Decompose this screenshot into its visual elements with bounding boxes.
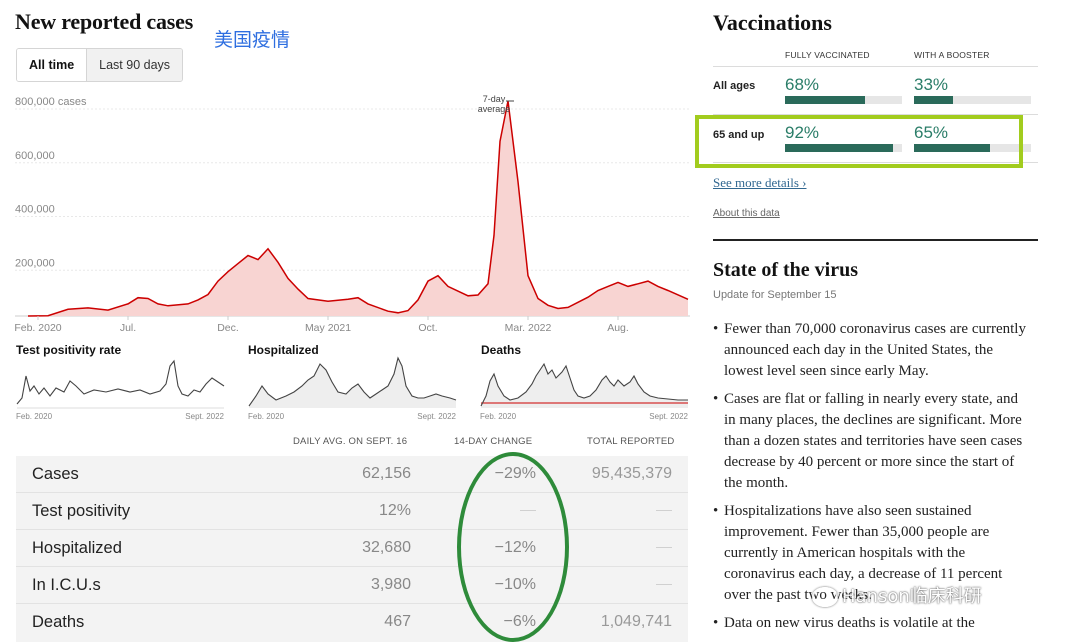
cases-line — [27, 100, 689, 317]
row-label: In I.C.U.s — [32, 576, 101, 594]
vax-bar-fill — [785, 96, 865, 104]
about-data-link[interactable]: About this data — [713, 208, 780, 219]
vax-booster-pct: 33% — [914, 75, 949, 94]
y-tick-label: 400,000 — [15, 204, 55, 216]
mini-start-label: Feb. 2020 — [16, 412, 53, 421]
mini-chart-title-hospitalized: Hospitalized — [248, 343, 319, 357]
mini-chart-deaths: Feb. 2020 Sept. 2022 — [480, 362, 689, 421]
vax-bar — [785, 96, 902, 104]
vax-column-booster: WITH A BOOSTER — [914, 50, 990, 60]
total-dash — [656, 576, 672, 594]
column-header-change: 14-DAY CHANGE — [454, 436, 533, 447]
time-range-toggle[interactable]: All time Last 90 days — [16, 48, 184, 82]
vax-row-label: All ages — [713, 80, 756, 92]
mini-chart-hospitalized: Feb. 2020 Sept. 2022 — [248, 356, 457, 421]
daily-value: 12% — [378, 502, 411, 519]
row-label: Hospitalized — [32, 539, 122, 557]
cases-chart: 800,000 cases 600,000 400,000 200,000 Feb. … — [14, 94, 690, 334]
vaccinations-title: Vaccinations — [713, 10, 832, 35]
update-date: Update for September 15 — [713, 289, 837, 301]
stats-table: Cases 62,156 −29% 95,435,379 Test positi… — [16, 456, 688, 642]
daily-value: 467 — [384, 613, 411, 630]
cases-area — [28, 101, 688, 316]
mini-chart-title-positivity: Test positivity rate — [16, 343, 122, 357]
x-tick-label: May 2021 — [305, 322, 351, 334]
mini-start-label: Feb. 2020 — [480, 412, 517, 421]
vax-fully-pct: 68% — [785, 75, 820, 94]
peak-annotation-label: 7-day — [483, 94, 506, 104]
mini-end-label: Sept. 2022 — [185, 412, 224, 421]
mini-end-label: Sept. 2022 — [649, 412, 688, 421]
bullet-item: Cases are flat or falling in nearly ever… — [713, 389, 1031, 493]
daily-value: 32,680 — [362, 539, 411, 556]
all-time-button[interactable]: All time — [17, 49, 87, 81]
mini-chart-positivity: Feb. 2020 Sept. 2022 — [16, 359, 225, 421]
table-row: Cases 62,156 −29% 95,435,379 — [16, 456, 688, 493]
y-tick-label: 600,000 — [15, 150, 55, 162]
daily-value: 62,156 — [362, 465, 411, 482]
table-row: Hospitalized 32,680 −12% — [16, 530, 688, 567]
bullet-item: Data on new virus deaths is volatile at … — [713, 613, 1031, 634]
watermark-text: Hanson临床科研 — [842, 586, 982, 607]
annotation-text: 美国疫情 — [214, 29, 291, 51]
vax-bar-fill — [914, 96, 953, 104]
x-tick-label: Jul. — [120, 322, 136, 334]
total-dash — [656, 502, 672, 520]
page-title: New reported cases — [15, 9, 194, 34]
x-tick-label: Dec. — [217, 322, 239, 334]
x-tick-label: Aug. — [607, 322, 629, 334]
y-tick-label: 800,000 cases — [15, 96, 87, 108]
vax-column-fully: FULLY VACCINATED — [785, 50, 870, 60]
row-label: Deaths — [32, 613, 85, 631]
daily-value: 3,980 — [370, 576, 411, 593]
watermark: Hanson临床科研 — [812, 582, 982, 608]
change-column-highlight — [457, 452, 569, 642]
wechat-icon — [812, 587, 838, 607]
total-value: 95,435,379 — [591, 465, 672, 482]
x-tick-label: Oct. — [418, 322, 437, 334]
x-tick-label: Mar. 2022 — [505, 322, 552, 334]
state-of-virus-title: State of the virus — [713, 259, 858, 281]
see-more-link[interactable]: See more details › — [713, 175, 807, 191]
mini-end-label: Sept. 2022 — [417, 412, 456, 421]
mini-chart-title-deaths: Deaths — [481, 343, 522, 357]
table-row: Deaths 467 −6% 1,049,741 — [16, 604, 688, 641]
vax-bar — [914, 96, 1031, 104]
column-header-daily: DAILY AVG. ON SEPT. 16 — [293, 436, 408, 447]
section-divider — [713, 239, 1038, 241]
table-row: Test positivity 12% — [16, 493, 688, 530]
total-dash — [656, 539, 672, 557]
table-row: In I.C.U.s 3,980 −10% — [16, 567, 688, 604]
last-90-days-button[interactable]: Last 90 days — [86, 49, 183, 81]
row-label: Cases — [32, 465, 79, 483]
bullet-item: Fewer than 70,000 coronavirus cases are … — [713, 319, 1031, 381]
total-value: 1,049,741 — [600, 613, 672, 630]
row-highlight-box — [695, 115, 1023, 168]
divider — [713, 66, 1038, 67]
mini-start-label: Feb. 2020 — [248, 412, 285, 421]
x-tick-label: Feb. 2020 — [14, 322, 61, 334]
column-header-total: TOTAL REPORTED — [587, 436, 675, 447]
row-label: Test positivity — [32, 502, 131, 520]
peak-annotation-label: average — [478, 104, 511, 114]
y-tick-label: 200,000 — [15, 257, 55, 269]
